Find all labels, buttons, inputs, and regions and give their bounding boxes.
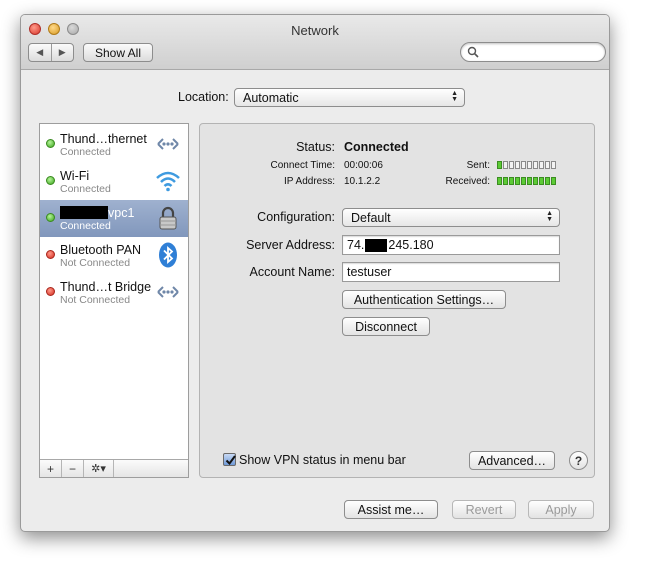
bluetooth-icon bbox=[159, 242, 177, 268]
received-label: Received: bbox=[445, 176, 490, 187]
status-value: Connected bbox=[344, 140, 409, 154]
ethernet-icon bbox=[157, 286, 179, 298]
window-title: Network bbox=[291, 23, 339, 38]
search-field[interactable] bbox=[460, 42, 606, 62]
forward-button[interactable]: ▶ bbox=[50, 44, 74, 61]
vpn-detail-panel: Status: Connected Connect Time: 00:00:06… bbox=[199, 123, 595, 478]
service-name: Thund…thernet bbox=[60, 132, 147, 146]
service-item-bluetooth-pan[interactable]: Bluetooth PAN Not Connected bbox=[40, 237, 188, 274]
service-name: vpc1 bbox=[60, 206, 134, 220]
meter-segment bbox=[551, 161, 556, 169]
meter-segment bbox=[503, 161, 508, 169]
nav-group: ◀ ▶ bbox=[28, 43, 74, 62]
server-address-field[interactable]: 74. 245.180 bbox=[342, 235, 560, 255]
status-dot-red bbox=[46, 250, 55, 259]
server-address-suffix: 245.180 bbox=[388, 238, 434, 252]
titlebar: Network ◀ ▶ Show All bbox=[21, 15, 609, 70]
meter-segment bbox=[497, 161, 502, 169]
gear-menu-button[interactable]: ✲▾ bbox=[84, 460, 114, 477]
sent-meter bbox=[497, 161, 556, 169]
popup-arrows-icon: ▲ ▼ bbox=[546, 210, 553, 223]
location-value: Automatic bbox=[243, 90, 299, 105]
meter-segment bbox=[545, 177, 550, 185]
connect-time-label: Connect Time: bbox=[270, 160, 335, 171]
add-service-button[interactable]: + bbox=[40, 460, 62, 477]
service-item-thunderbolt-bridge[interactable]: Thund…t Bridge Not Connected bbox=[40, 274, 188, 311]
show-vpn-status-checkbox[interactable] bbox=[223, 453, 236, 466]
network-window: Network ◀ ▶ Show All Location: Automatic… bbox=[20, 14, 610, 532]
service-name: Thund…t Bridge bbox=[60, 280, 152, 294]
meter-segment bbox=[515, 161, 520, 169]
search-icon bbox=[467, 46, 479, 58]
service-list-toolbar: + − ✲▾ bbox=[40, 459, 188, 477]
lock-icon bbox=[159, 206, 177, 230]
received-meter bbox=[497, 177, 556, 185]
status-dot-red bbox=[46, 287, 55, 296]
ethernet-icon bbox=[157, 138, 179, 150]
server-address-label: Server Address: bbox=[246, 238, 335, 252]
advanced-button[interactable]: Advanced… bbox=[469, 451, 555, 470]
show-all-button[interactable]: Show All bbox=[83, 43, 153, 62]
ip-address-value: 10.1.2.2 bbox=[344, 176, 381, 187]
status-dot-green bbox=[46, 139, 55, 148]
service-item-wifi[interactable]: Wi-Fi Connected bbox=[40, 163, 188, 200]
meter-segment bbox=[521, 177, 526, 185]
meter-segment bbox=[521, 161, 526, 169]
meter-segment bbox=[527, 161, 532, 169]
meter-segment bbox=[515, 177, 520, 185]
redacted-block bbox=[60, 206, 108, 219]
service-status: Not Connected bbox=[60, 257, 131, 269]
service-status: Not Connected bbox=[60, 294, 131, 306]
assist-me-button[interactable]: Assist me… bbox=[344, 500, 438, 519]
meter-segment bbox=[539, 177, 544, 185]
show-vpn-status-label: Show VPN status in menu bar bbox=[239, 453, 406, 467]
checkmark-icon bbox=[225, 455, 236, 466]
wifi-icon bbox=[156, 171, 180, 192]
service-status: Connected bbox=[60, 220, 111, 232]
service-item-vpn[interactable]: vpc1 Connected bbox=[40, 200, 188, 237]
configuration-value: Default bbox=[351, 210, 391, 225]
service-status: Connected bbox=[60, 183, 111, 195]
status-dot-green bbox=[46, 176, 55, 185]
configuration-popup[interactable]: Default ▲ ▼ bbox=[342, 208, 560, 227]
service-item-thunderbolt-ethernet[interactable]: Thund…thernet Connected bbox=[40, 126, 188, 163]
service-name: Wi-Fi bbox=[60, 169, 90, 183]
meter-segment bbox=[545, 161, 550, 169]
service-status: Connected bbox=[60, 146, 111, 158]
remove-service-button[interactable]: − bbox=[62, 460, 84, 477]
status-dot-green bbox=[46, 213, 55, 222]
sent-label: Sent: bbox=[466, 160, 490, 171]
redacted-block bbox=[365, 238, 388, 252]
apply-button[interactable]: Apply bbox=[528, 500, 594, 519]
ip-address-label: IP Address: bbox=[284, 176, 335, 187]
meter-segment bbox=[533, 161, 538, 169]
server-address-prefix: 74. bbox=[347, 238, 365, 252]
meter-segment bbox=[509, 177, 514, 185]
meter-segment bbox=[503, 177, 508, 185]
meter-segment bbox=[527, 177, 532, 185]
popup-arrows-icon: ▲ ▼ bbox=[451, 90, 458, 103]
revert-button[interactable]: Revert bbox=[452, 500, 516, 519]
meter-segment bbox=[551, 177, 556, 185]
status-label: Status: bbox=[296, 140, 335, 154]
authentication-settings-button[interactable]: Authentication Settings… bbox=[342, 290, 506, 309]
back-button[interactable]: ◀ bbox=[29, 44, 51, 61]
configuration-label: Configuration: bbox=[257, 210, 335, 224]
service-name: Bluetooth PAN bbox=[60, 243, 142, 257]
meter-segment bbox=[533, 177, 538, 185]
disconnect-button[interactable]: Disconnect bbox=[342, 317, 430, 336]
meter-segment bbox=[539, 161, 544, 169]
location-label: Location: bbox=[178, 90, 229, 104]
account-name-field[interactable]: testuser bbox=[342, 262, 560, 282]
location-popup[interactable]: Automatic ▲ ▼ bbox=[234, 88, 465, 107]
service-list: Thund…thernet Connected Wi-Fi Connected … bbox=[39, 123, 189, 478]
help-button[interactable]: ? bbox=[569, 451, 588, 470]
connect-time-value: 00:00:06 bbox=[344, 160, 383, 171]
account-name-label: Account Name: bbox=[249, 265, 335, 279]
meter-segment bbox=[509, 161, 514, 169]
meter-segment bbox=[497, 177, 502, 185]
